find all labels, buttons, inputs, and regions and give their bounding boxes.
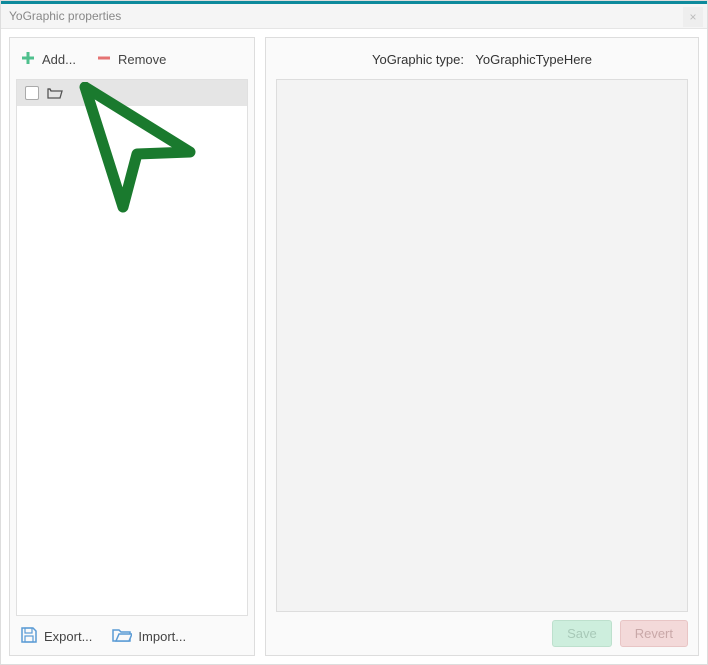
right-footer: Save Revert: [276, 612, 688, 647]
right-panel: YoGraphic type: YoGraphicTypeHere Save R…: [265, 37, 699, 656]
save-disk-icon: [20, 626, 38, 647]
remove-label: Remove: [118, 52, 166, 67]
import-label: Import...: [138, 629, 186, 644]
toolbar-top: Add... Remove: [16, 44, 248, 79]
minus-icon: [96, 50, 112, 69]
close-icon: ×: [689, 10, 696, 24]
window: YoGraphic properties × Add...: [0, 0, 708, 665]
properties-area: [276, 79, 688, 612]
left-panel: Add... Remove: [9, 37, 255, 656]
folder-open-icon: [47, 86, 63, 100]
toolbar-bottom: Export... Import...: [16, 616, 248, 649]
type-value: YoGraphicTypeHere: [475, 52, 592, 67]
export-button[interactable]: Export...: [20, 626, 92, 647]
type-header: YoGraphic type: YoGraphicTypeHere: [276, 44, 688, 79]
content: Add... Remove: [1, 29, 707, 664]
add-button[interactable]: Add...: [20, 50, 76, 69]
list-item[interactable]: [17, 80, 247, 106]
revert-button[interactable]: Revert: [620, 620, 688, 647]
item-checkbox[interactable]: [25, 86, 39, 100]
folder-import-icon: [112, 627, 132, 646]
save-button[interactable]: Save: [552, 620, 612, 647]
export-label: Export...: [44, 629, 92, 644]
import-button[interactable]: Import...: [112, 627, 186, 646]
type-label: YoGraphic type:: [372, 52, 464, 67]
item-list: [16, 79, 248, 616]
plus-icon: [20, 50, 36, 69]
add-label: Add...: [42, 52, 76, 67]
titlebar: YoGraphic properties ×: [1, 1, 707, 29]
close-button[interactable]: ×: [683, 7, 703, 27]
remove-button[interactable]: Remove: [96, 50, 166, 69]
window-title: YoGraphic properties: [9, 9, 121, 23]
